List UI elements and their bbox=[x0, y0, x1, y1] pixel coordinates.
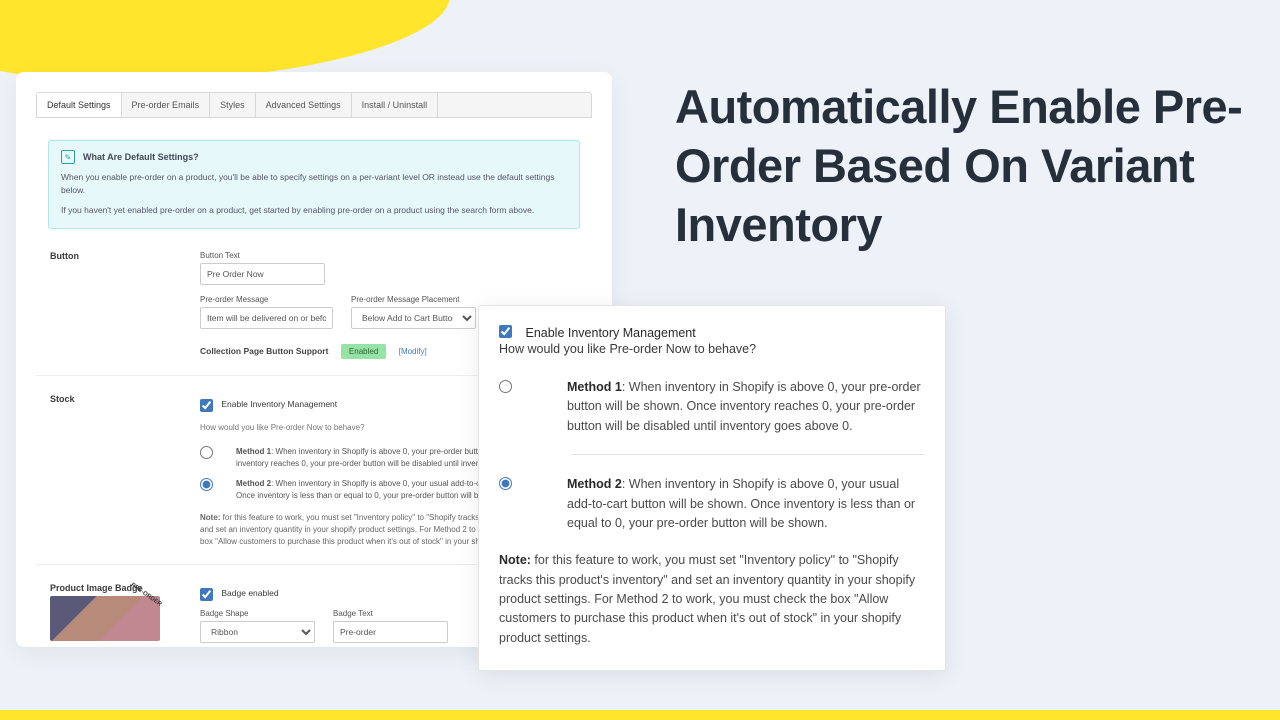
method2-radio-small[interactable] bbox=[200, 478, 213, 491]
enabled-badge: Enabled bbox=[341, 344, 386, 359]
info-callout: ✎ What Are Default Settings? When you en… bbox=[48, 140, 580, 229]
method1-radio[interactable] bbox=[499, 380, 512, 393]
info-line-2: If you haven't yet enabled pre-order on … bbox=[61, 204, 567, 217]
badge-text-label: Badge Text bbox=[333, 609, 448, 618]
preorder-msg-input[interactable] bbox=[200, 307, 333, 329]
badge-preview-image bbox=[50, 596, 160, 641]
method1-radio-small[interactable] bbox=[200, 446, 213, 459]
enable-inventory-checkbox-small[interactable]: Enable Inventory Management bbox=[200, 399, 337, 409]
tab-preorder-emails[interactable]: Pre-order Emails bbox=[122, 93, 211, 117]
section-button-heading: Button bbox=[50, 251, 170, 261]
info-title: What Are Default Settings? bbox=[83, 152, 199, 162]
hero-title: Automatically Enable Pre-Order Based On … bbox=[675, 78, 1280, 254]
enable-inventory-checkbox[interactable]: Enable Inventory Management bbox=[499, 326, 696, 340]
preorder-placement-label: Pre-order Message Placement bbox=[351, 295, 476, 304]
settings-tabs: Default Settings Pre-order Emails Styles… bbox=[36, 92, 592, 118]
divider bbox=[571, 454, 925, 455]
behavior-question: How would you like Pre-order Now to beha… bbox=[499, 342, 925, 356]
button-text-label: Button Text bbox=[200, 251, 578, 260]
method2-radio[interactable] bbox=[499, 477, 512, 490]
info-icon: ✎ bbox=[61, 150, 75, 164]
info-line-1: When you enable pre-order on a product, … bbox=[61, 171, 567, 197]
badge-enabled-check[interactable] bbox=[200, 588, 213, 601]
preorder-msg-label: Pre-order Message bbox=[200, 295, 333, 304]
modify-link[interactable]: [Modify] bbox=[399, 347, 427, 356]
badge-text-input[interactable] bbox=[333, 621, 448, 643]
badge-shape-label: Badge Shape bbox=[200, 609, 315, 618]
badge-shape-select[interactable]: Ribbon bbox=[200, 621, 315, 643]
badge-enabled-checkbox[interactable]: Badge enabled bbox=[200, 588, 279, 598]
tab-install-uninstall[interactable]: Install / Uninstall bbox=[352, 93, 439, 117]
enable-inventory-check[interactable] bbox=[499, 325, 512, 338]
button-text-input[interactable] bbox=[200, 263, 325, 285]
inventory-popout-card: Enable Inventory Management How would yo… bbox=[478, 305, 946, 671]
inventory-note: Note: for this feature to work, you must… bbox=[499, 551, 925, 648]
method2-description: Method 2: When inventory in Shopify is a… bbox=[567, 475, 925, 533]
enable-inventory-check-small[interactable] bbox=[200, 399, 213, 412]
tab-default-settings[interactable]: Default Settings bbox=[37, 93, 122, 117]
collection-support-label: Collection Page Button Support bbox=[200, 346, 328, 356]
decorative-bottom-bar bbox=[0, 710, 1280, 720]
tab-advanced-settings[interactable]: Advanced Settings bbox=[256, 93, 352, 117]
tab-styles[interactable]: Styles bbox=[210, 93, 256, 117]
section-stock-heading: Stock bbox=[50, 394, 170, 404]
preorder-placement-select[interactable]: Below Add to Cart Button bbox=[351, 307, 476, 329]
method1-description: Method 1: When inventory in Shopify is a… bbox=[567, 378, 925, 436]
